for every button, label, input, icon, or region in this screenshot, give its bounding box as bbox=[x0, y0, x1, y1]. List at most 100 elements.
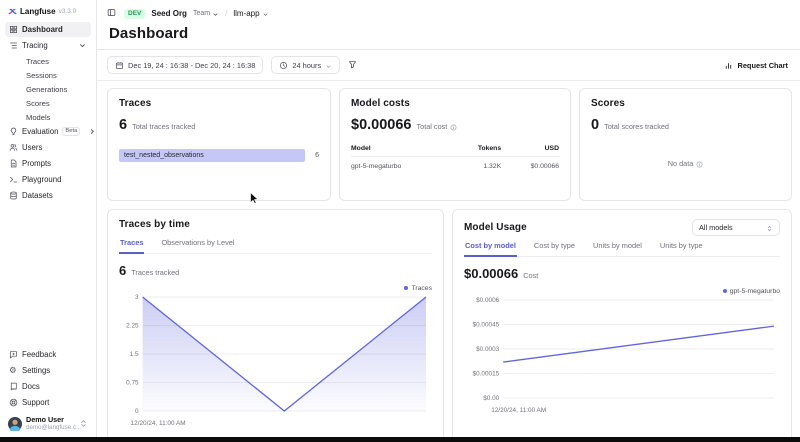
sidebar-item-tracing[interactable]: Tracing bbox=[5, 38, 91, 53]
screen-bottom-bar bbox=[0, 437, 800, 442]
trace-bar[interactable]: test_nested_observations bbox=[119, 149, 305, 162]
svg-text:12/20/24, 11:00 AM: 12/20/24, 11:00 AM bbox=[491, 407, 546, 414]
sidebar-item-evaluation[interactable]: Evaluation Beta bbox=[5, 124, 91, 139]
project-select[interactable]: llm-app bbox=[233, 9, 268, 18]
chevron-down-icon bbox=[325, 62, 332, 69]
tab-cost-by-model[interactable]: Cost by model bbox=[464, 241, 517, 257]
table-row[interactable]: gpt-5-megaturbo 1.32K $0.00066 bbox=[351, 157, 559, 173]
cell-model: gpt-5-megaturbo bbox=[351, 157, 454, 173]
tracing-icon bbox=[9, 41, 18, 50]
chevron-down-icon bbox=[262, 10, 269, 17]
mouse-cursor bbox=[250, 192, 259, 204]
sidebar-item-label: Playground bbox=[22, 175, 61, 184]
bottom-cards-row: Traces by time Traces Observations by Le… bbox=[107, 209, 792, 442]
traces-card: Traces 6 Total traces tracked test_neste… bbox=[107, 88, 331, 201]
card-title: Model costs bbox=[351, 98, 559, 109]
sidebar-item-traces[interactable]: Traces bbox=[5, 54, 91, 68]
user-menu[interactable]: Demo User demo@langfuse.c... bbox=[5, 411, 91, 433]
page-title: Dashboard bbox=[107, 21, 788, 49]
sidebar-item-models[interactable]: Models bbox=[5, 110, 91, 124]
topbar: DEV Seed Org Team / llm-app Dashboard bbox=[97, 0, 800, 50]
model-costs-card: Model costs $0.00066 Total cost Model bbox=[339, 88, 571, 201]
app-logo[interactable]: Langfuse v3.3.0 bbox=[5, 7, 91, 22]
col-usd: USD bbox=[501, 143, 559, 157]
traces-by-time-chart: 00.751.52.25312/20/24, 11:00 AM bbox=[119, 292, 432, 428]
sidebar-item-label: Settings bbox=[22, 366, 50, 375]
sidebar-item-support[interactable]: Support bbox=[5, 395, 91, 410]
model-usage-chart: $0.00$0.00015$0.0003$0.00045$0.000612/20… bbox=[464, 295, 780, 415]
svg-text:$0.0006: $0.0006 bbox=[476, 297, 500, 304]
app-version: v3.3.0 bbox=[59, 8, 77, 15]
scores-count: 0 bbox=[591, 117, 599, 133]
chart-legend: Traces bbox=[119, 284, 432, 292]
message-square-icon bbox=[9, 350, 18, 359]
langfuse-logo-icon bbox=[8, 7, 17, 16]
lightbulb-icon bbox=[9, 127, 18, 136]
all-models-value: All models bbox=[699, 223, 733, 232]
sidebar-item-label: Users bbox=[22, 143, 42, 152]
path-separator: / bbox=[225, 9, 227, 18]
org-name[interactable]: Seed Org bbox=[151, 9, 187, 18]
svg-text:0: 0 bbox=[135, 408, 139, 415]
sidebar-item-sessions[interactable]: Sessions bbox=[5, 68, 91, 82]
sidebar-item-users[interactable]: Users bbox=[5, 140, 91, 155]
usage-cost-label: Cost bbox=[523, 271, 538, 280]
org-plan-select[interactable]: Team bbox=[193, 10, 219, 17]
model-legend-label: gpt-5-megaturbo bbox=[730, 288, 780, 295]
traces-legend-label: Traces bbox=[411, 285, 432, 292]
env-badge: DEV bbox=[124, 9, 145, 19]
tab-units-by-type[interactable]: Units by type bbox=[659, 241, 704, 256]
all-models-select[interactable]: All models bbox=[692, 219, 780, 236]
sidebar-item-dashboard[interactable]: Dashboard bbox=[5, 22, 91, 37]
sidebar: Langfuse v3.3.0 Dashboard Tracing Traces… bbox=[0, 0, 97, 437]
tab-cost-by-type[interactable]: Cost by type bbox=[533, 241, 576, 256]
sidebar-item-generations[interactable]: Generations bbox=[5, 82, 91, 96]
tab-units-by-model[interactable]: Units by model bbox=[592, 241, 643, 256]
user-email: demo@langfuse.c... bbox=[26, 424, 71, 431]
app-name: Langfuse bbox=[20, 7, 56, 16]
date-range-picker[interactable]: Dec 19, 24 : 16:38 - Dec 20, 24 : 16:38 bbox=[107, 56, 263, 74]
terminal-icon bbox=[9, 175, 18, 184]
sidebar-item-settings[interactable]: ⚙ Settings bbox=[5, 363, 91, 378]
langfuse-dashboard: Langfuse v3.3.0 Dashboard Tracing Traces… bbox=[0, 0, 800, 442]
model-usage-card: Model Usage All models Cost by model Cos… bbox=[452, 209, 792, 442]
svg-text:$0.00045: $0.00045 bbox=[473, 322, 500, 329]
info-icon[interactable] bbox=[696, 160, 703, 167]
chevron-down-icon bbox=[78, 41, 87, 50]
avatar bbox=[8, 417, 22, 431]
sidebar-item-scores[interactable]: Scores bbox=[5, 96, 91, 110]
project-name: llm-app bbox=[233, 9, 259, 18]
sidebar-item-feedback[interactable]: Feedback bbox=[5, 347, 91, 362]
tab-observations-by-level[interactable]: Observations by Level bbox=[160, 238, 235, 253]
svg-text:3: 3 bbox=[135, 294, 139, 301]
sidebar-item-docs[interactable]: Docs bbox=[5, 379, 91, 394]
traces-count: 6 bbox=[119, 117, 127, 133]
info-icon[interactable] bbox=[450, 123, 457, 130]
database-icon bbox=[9, 191, 18, 200]
request-chart-button[interactable]: Request Chart bbox=[724, 61, 788, 70]
usage-cost: $0.00066 bbox=[464, 266, 518, 281]
gear-icon: ⚙ bbox=[9, 366, 18, 375]
request-chart-label: Request Chart bbox=[737, 61, 788, 70]
sidebar-item-datasets[interactable]: Datasets bbox=[5, 188, 91, 203]
sidebar-item-playground[interactable]: Playground bbox=[5, 172, 91, 187]
chevron-right-icon bbox=[88, 127, 97, 136]
sidebar-item-label: Tracing bbox=[22, 41, 48, 50]
traces-tracked-label: Traces tracked bbox=[131, 268, 179, 277]
trace-bar-row[interactable]: test_nested_observations 6 bbox=[119, 149, 319, 162]
sidebar-item-prompts[interactable]: Prompts bbox=[5, 156, 91, 171]
file-text-icon bbox=[9, 159, 18, 168]
total-cost-label: Total cost bbox=[416, 122, 447, 131]
traces-count-label: Total traces tracked bbox=[132, 122, 195, 131]
main-content: DEV Seed Org Team / llm-app Dashboard bbox=[97, 0, 800, 437]
filter-icon[interactable] bbox=[348, 60, 358, 70]
panel-toggle-icon[interactable] bbox=[107, 8, 118, 19]
svg-text:0.75: 0.75 bbox=[126, 380, 139, 387]
time-preset-select[interactable]: 24 hours bbox=[271, 56, 340, 74]
traces-legend-dot bbox=[404, 286, 408, 290]
book-icon bbox=[9, 382, 18, 391]
tab-traces[interactable]: Traces bbox=[119, 238, 144, 254]
traces-tracked-count: 6 bbox=[119, 263, 126, 278]
cell-tokens: 1.32K bbox=[454, 157, 502, 173]
total-cost: $0.00066 bbox=[351, 117, 411, 133]
